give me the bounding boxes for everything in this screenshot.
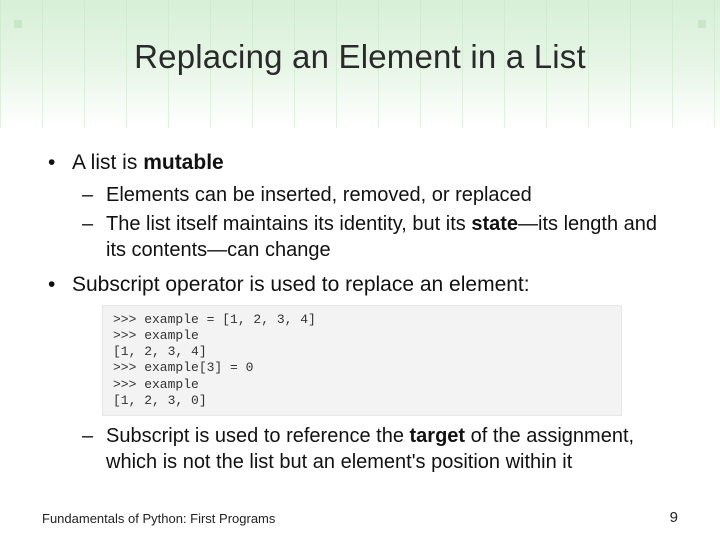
bullet-bold: mutable [143,151,224,174]
footer-text: Fundamentals of Python: First Programs [42,511,275,526]
code-line: [1, 2, 3, 4] [113,344,207,359]
code-block: >>> example = [1, 2, 3, 4] >>> example [… [102,305,622,417]
slide-body: A list is mutable Elements can be insert… [42,150,678,483]
bullet-subscript: Subscript operator is used to replace an… [42,272,678,476]
sub-bold: state [471,213,518,235]
sub-text: The list itself maintains its identity, … [106,213,471,235]
code-line: >>> example [113,377,199,392]
code-line: [1, 2, 3, 0] [113,393,207,408]
sub-bullet: Elements can be inserted, removed, or re… [72,183,678,209]
page-number: 9 [670,509,678,526]
bullet-text: Subscript operator is used to replace an… [72,273,530,296]
bullet-list: A list is mutable Elements can be insert… [42,150,678,475]
code-line: >>> example [113,328,199,343]
sub-list: Elements can be inserted, removed, or re… [72,183,678,264]
slide-title: Replacing an Element in a List [0,38,720,76]
code-line: >>> example[3] = 0 [113,360,253,375]
bullet-text: A list is [72,151,143,174]
code-line: >>> example = [1, 2, 3, 4] [113,312,316,327]
sub-text: Subscript is used to reference the [106,425,410,447]
sub-bold: target [410,425,466,447]
bullet-mutable: A list is mutable Elements can be insert… [42,150,678,264]
sub-bullet: The list itself maintains its identity, … [72,212,678,263]
sub-list: Subscript is used to reference the targe… [72,424,678,475]
sub-bullet: Subscript is used to reference the targe… [72,424,678,475]
